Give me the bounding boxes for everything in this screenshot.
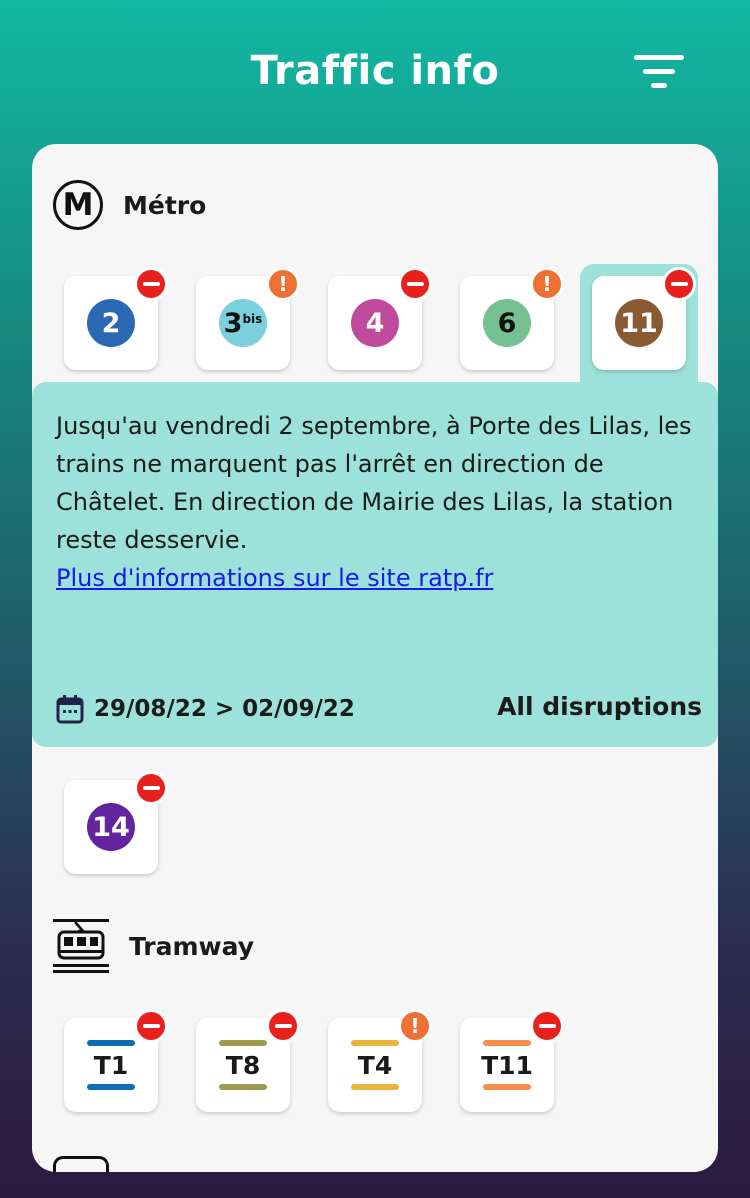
- disruption-message: Jusqu'au vendredi 2 septembre, à Porte d…: [56, 412, 692, 554]
- tramway-section-title: Tramway: [129, 931, 255, 961]
- tram-line-label: T1: [93, 1051, 129, 1080]
- line-3bis-icon: 3 bis: [219, 299, 267, 347]
- line-label: 14: [92, 811, 130, 843]
- line-label: 2: [101, 307, 121, 339]
- line-11-icon: 11: [615, 299, 663, 347]
- metro-line-2-tile[interactable]: 2: [64, 267, 168, 370]
- disruption-badge-icon: [134, 771, 168, 805]
- disruption-badge-icon: [134, 267, 168, 301]
- line-label: 4: [365, 307, 385, 339]
- metro-line-11-tile[interactable]: 11: [592, 267, 696, 370]
- line-color-bar: [351, 1040, 399, 1046]
- tram-line-label: T4: [357, 1051, 393, 1080]
- line-color-bar: [219, 1084, 267, 1090]
- line-label: 11: [620, 307, 658, 339]
- metro-section-title: Métro: [123, 190, 207, 220]
- line-6-icon: 6: [483, 299, 531, 347]
- line-color-bar: [219, 1040, 267, 1046]
- disruption-badge-icon: [134, 1009, 168, 1043]
- line-color-bar: [87, 1084, 135, 1090]
- filter-icon[interactable]: [634, 55, 686, 91]
- calendar-icon: [56, 695, 84, 724]
- line-color-bar: [483, 1040, 531, 1046]
- line-color-bar: [351, 1084, 399, 1090]
- line-14-icon: 14: [87, 803, 135, 851]
- disruption-badge-icon: [530, 1009, 564, 1043]
- all-disruptions-button[interactable]: All disruptions: [497, 692, 702, 721]
- metro-line-4-tile[interactable]: 4: [328, 267, 432, 370]
- tram-line-label: T8: [225, 1051, 261, 1080]
- metro-line-14-tile[interactable]: 14: [64, 771, 168, 874]
- line-color-bar: [483, 1084, 531, 1090]
- disruption-badge-icon: [398, 267, 432, 301]
- tram-line-t11-tile[interactable]: T11: [460, 1009, 564, 1112]
- line-label-sup: bis: [242, 312, 263, 326]
- metro-icon: M: [53, 180, 103, 230]
- more-info-link[interactable]: Plus d'informations sur le site ratp.fr: [56, 559, 696, 597]
- line-color-bar: [87, 1040, 135, 1046]
- warning-badge-icon: !: [398, 1009, 432, 1043]
- disruption-badge-icon: [662, 267, 696, 301]
- line-2-icon: 2: [87, 299, 135, 347]
- tram-line-t1-tile[interactable]: T1: [64, 1009, 168, 1112]
- disruption-badge-icon: [266, 1009, 300, 1043]
- metro-line-6-tile[interactable]: 6 !: [460, 267, 564, 370]
- date-range: 29/08/22 > 02/09/22: [94, 696, 355, 722]
- warning-badge-icon: !: [266, 267, 300, 301]
- traffic-card: M Métro 2 3 bis ! 4 6 ! 11 Jusqu'au vendr…: [32, 144, 718, 1172]
- tram-line-label: T11: [481, 1051, 533, 1080]
- disruption-panel: Jusqu'au vendredi 2 septembre, à Porte d…: [32, 382, 718, 747]
- metro-section-header: M Métro: [53, 180, 206, 230]
- metro-line-3bis-tile[interactable]: 3 bis !: [196, 267, 300, 370]
- line-label: 3: [223, 307, 243, 339]
- tram-line-t4-tile[interactable]: T4 !: [328, 1009, 432, 1112]
- disruption-dates: 29/08/22 > 02/09/22: [56, 694, 355, 724]
- line-label: 6: [497, 307, 517, 339]
- warning-badge-icon: !: [530, 267, 564, 301]
- bus-icon: [53, 1156, 109, 1172]
- tram-line-t8-tile[interactable]: T8: [196, 1009, 300, 1112]
- tramway-section-header: Tramway: [53, 918, 254, 974]
- line-4-icon: 4: [351, 299, 399, 347]
- tram-icon: [53, 919, 109, 973]
- disruption-text-block: Jusqu'au vendredi 2 septembre, à Porte d…: [56, 407, 696, 597]
